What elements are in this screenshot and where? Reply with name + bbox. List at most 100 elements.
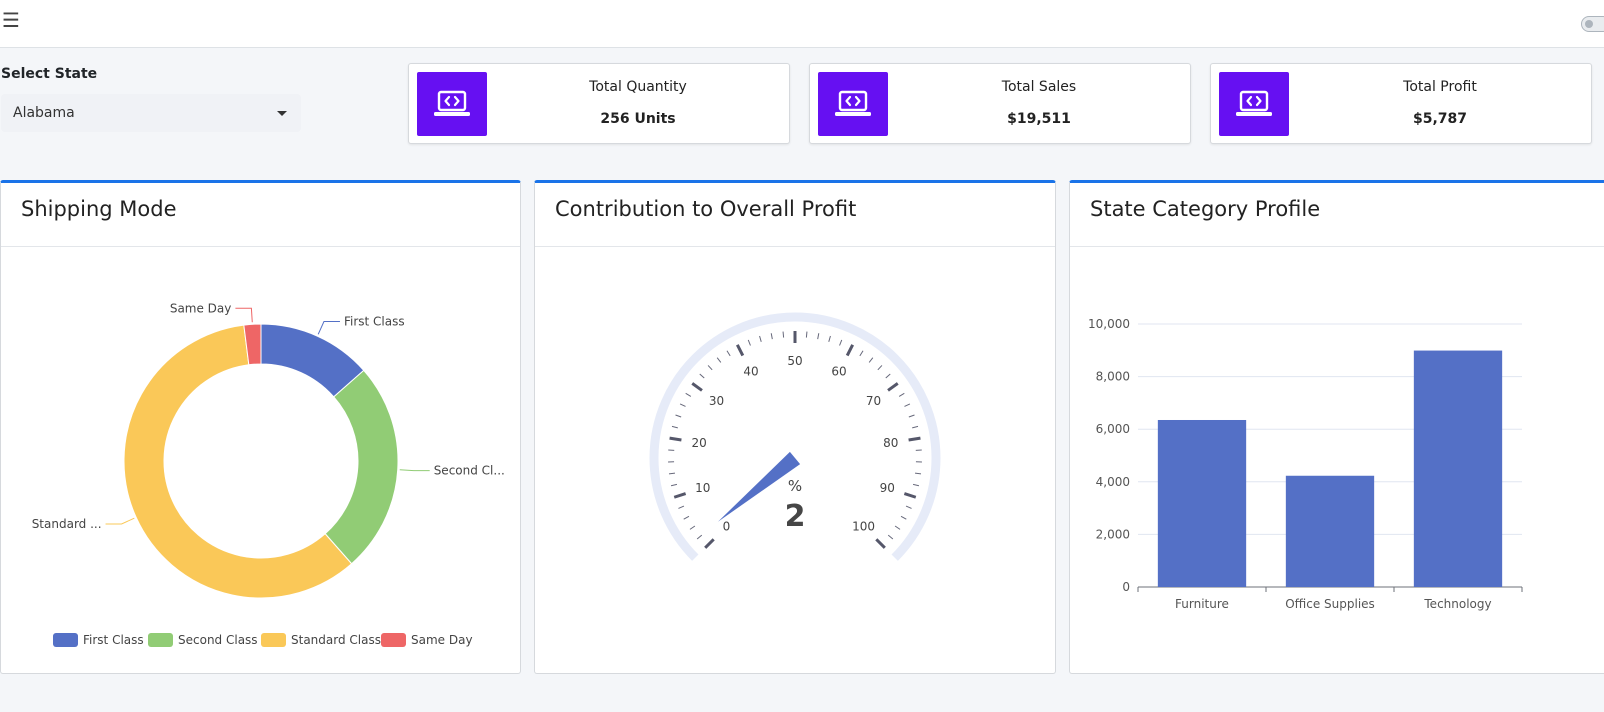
gauge-minor-tick <box>908 414 915 418</box>
gauge-minor-tick <box>747 339 751 346</box>
legend-item: Standard Class <box>261 633 381 647</box>
gauge-minor-tick <box>904 403 911 407</box>
gauge-minor-tick <box>877 365 883 371</box>
laptop-base <box>1236 112 1272 116</box>
donut-leader-line <box>105 517 135 525</box>
legend-item: First Class <box>53 633 144 647</box>
gauge-minor-tick <box>716 357 722 363</box>
legend-item: Same Day <box>381 633 473 647</box>
gauge-minor-tick <box>726 350 731 357</box>
gauge-tick-label: 60 <box>831 365 846 379</box>
y-tick-label: 10,000 <box>1088 317 1130 331</box>
gauge-minor-tick <box>675 414 682 418</box>
gauge-tick-label: 50 <box>787 354 802 368</box>
laptop-code-icon <box>1219 72 1289 136</box>
x-tick-label: Furniture <box>1175 597 1229 611</box>
shipping-mode-donut-chart: First Class Second Cl... Standard ... Same … <box>32 301 505 647</box>
gauge-major-tick <box>736 344 745 357</box>
y-tick-label: 0 <box>1122 580 1130 594</box>
gauge-minor-tick <box>912 483 920 487</box>
gauge-tick-label: 20 <box>692 436 707 450</box>
y-tick-label: 4,000 <box>1096 475 1130 489</box>
gauge-minor-tick <box>885 373 891 379</box>
donut-slice <box>324 369 399 565</box>
bar <box>1285 475 1375 587</box>
gauge-minor-tick <box>683 515 690 520</box>
kpi-title: Total Sales <box>1001 79 1077 95</box>
code-brackets <box>845 95 861 107</box>
legend-item: Second Class <box>148 633 258 647</box>
laptop-code-glyph <box>835 90 871 116</box>
kpi-value: $19,511 <box>1007 111 1071 127</box>
gauge-major-tick <box>669 436 682 442</box>
kpi-card-quantity: Total Quantity 256 Units <box>408 63 790 144</box>
gauge-tick-label: 80 <box>883 436 898 450</box>
shipping-mode-card: Shipping Mode First Class Second Cl... Sta… <box>0 180 521 674</box>
laptop-base <box>434 112 470 116</box>
donut-slice-label: Same Day <box>170 301 232 315</box>
gauge-minor-tick <box>759 335 762 342</box>
gauge-tick-label: 0 <box>723 520 731 534</box>
donut-slice-label: First Class <box>344 315 405 329</box>
donut-slice-label: Second Cl... <box>434 464 505 478</box>
gauge-minor-tick <box>868 357 874 363</box>
state-select-value: Alabama <box>13 105 75 121</box>
donut-leader-line <box>399 469 430 472</box>
kpi-value: 256 Units <box>600 111 676 127</box>
gauge-tick-label: 70 <box>866 394 881 408</box>
donut-slice-label: Standard ... <box>32 517 102 531</box>
gauge-minor-tick <box>905 505 912 509</box>
profit-gauge-chart: 0 10 20 30 40 50 60 70 80 90 100% 2 <box>649 312 941 561</box>
toggle-knob <box>1585 20 1593 28</box>
chevron-down-icon <box>277 111 287 116</box>
gauge-tick-label: 90 <box>880 481 895 495</box>
kpi-title: Total Quantity <box>589 79 687 95</box>
kpi-value: $5,787 <box>1412 111 1468 127</box>
bar <box>1157 419 1247 587</box>
gauge-minor-tick <box>707 365 713 371</box>
donut-leader-line <box>235 307 253 323</box>
gauge-minor-tick <box>828 335 831 342</box>
hamburger-icon[interactable]: ☰ <box>2 10 20 30</box>
gauge-minor-tick <box>696 534 703 540</box>
y-tick-label: 8,000 <box>1096 370 1130 384</box>
gauge-tick-label: 40 <box>743 365 758 379</box>
category-bar-chart: 0 2,000 4,000 6,000 8,000 10,000 Furniture Offi… <box>1088 317 1523 611</box>
gauge-minor-tick <box>887 534 894 540</box>
legend-label: Standard Class <box>291 633 381 647</box>
bar <box>1413 350 1503 587</box>
gauge-unit: % <box>788 477 802 495</box>
gauge-minor-tick <box>689 525 696 530</box>
laptop-screen <box>437 90 467 112</box>
legend-swatch <box>53 633 78 647</box>
gauge-major-tick <box>887 382 899 392</box>
gauge-tick-label: 30 <box>709 394 724 408</box>
gauge-major-tick <box>845 344 854 357</box>
legend-swatch <box>261 633 286 647</box>
x-tick-label: Technology <box>1423 597 1491 611</box>
gauge-major-tick <box>673 492 687 499</box>
laptop-code-icon <box>417 72 487 136</box>
theme-toggle[interactable] <box>1581 16 1604 32</box>
gauge-value: 2 <box>785 499 806 534</box>
gauge-minor-tick <box>898 392 905 397</box>
gauge-minor-tick <box>782 331 785 338</box>
gauge-minor-tick <box>699 373 705 379</box>
gauge-major-tick <box>691 382 703 392</box>
state-category-card: State Category Profile 0 2,000 4,000 6,000 8… <box>1069 180 1604 674</box>
legend-swatch <box>148 633 173 647</box>
legend-label: First Class <box>83 633 144 647</box>
state-select-label: Select State <box>1 66 98 82</box>
gauge-minor-tick <box>679 403 686 407</box>
gauge-minor-tick <box>678 505 685 509</box>
kpi-card-sales: Total Sales $19,511 <box>809 63 1191 144</box>
laptop-screen <box>1239 90 1269 112</box>
gauge-minor-tick <box>685 392 692 397</box>
laptop-code-glyph <box>1236 90 1272 116</box>
state-select[interactable]: Alabama <box>1 94 301 132</box>
gauge-minor-tick <box>914 472 922 475</box>
gauge-minor-tick <box>670 483 678 487</box>
gauge-tick-label: 10 <box>695 481 710 495</box>
laptop-base <box>835 112 871 116</box>
gauge-minor-tick <box>839 339 843 346</box>
